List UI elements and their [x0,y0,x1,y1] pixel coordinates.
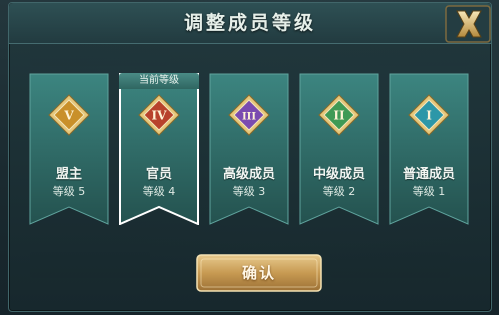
current-level-tag: 当前等级 [119,73,199,89]
confirm-button[interactable]: 确认 [196,254,322,292]
rank-badge-icon: II [318,94,360,136]
rank-numeral: IV [152,109,168,123]
title-bar: 调整成员等级 [9,3,491,44]
rank-numeral: III [242,112,256,123]
rank-card-level-3[interactable]: III 高级成员等级 3 [209,73,289,225]
rank-badge-icon: III [228,94,270,136]
rank-level: 等级 5 [52,185,86,198]
rank-card-level-1[interactable]: I 普通成员等级 1 [389,73,469,225]
rank-numeral: II [333,109,345,123]
rank-level: 等级 4 [142,185,176,198]
rank-badge-icon: I [408,94,450,136]
adjust-member-level-dialog: 调整成员等级 V 盟主 等级 5 当前等级 IV 官员 等级 4 III 高级成员 等级 3 II 中… [8,2,492,312]
rank-card-level-5[interactable]: V 盟主等级 5 [29,73,109,225]
rank-badge-icon: V [48,94,90,136]
rank-badge-icon: IV [138,94,180,136]
close-button[interactable] [443,3,495,45]
rank-level: 等级 2 [322,185,356,198]
rank-numeral: V [63,109,74,123]
rank-numeral: I [426,109,432,123]
confirm-button-label: 确认 [241,264,276,282]
dialog-title: 调整成员等级 [183,12,316,34]
rank-level: 等级 3 [232,185,266,198]
rank-name: 普通成员 [402,167,455,182]
rank-name: 官员 [145,167,172,182]
rank-name: 盟主 [55,167,82,182]
rank-name: 高级成员 [222,167,275,182]
close-icon [445,5,491,43]
rank-level: 等级 1 [412,185,446,198]
rank-name: 中级成员 [312,167,365,182]
rank-card-level-2[interactable]: II 中级成员等级 2 [299,73,379,225]
rank-card-level-4[interactable]: 当前等级 IV 官员等级 4 [119,73,199,225]
